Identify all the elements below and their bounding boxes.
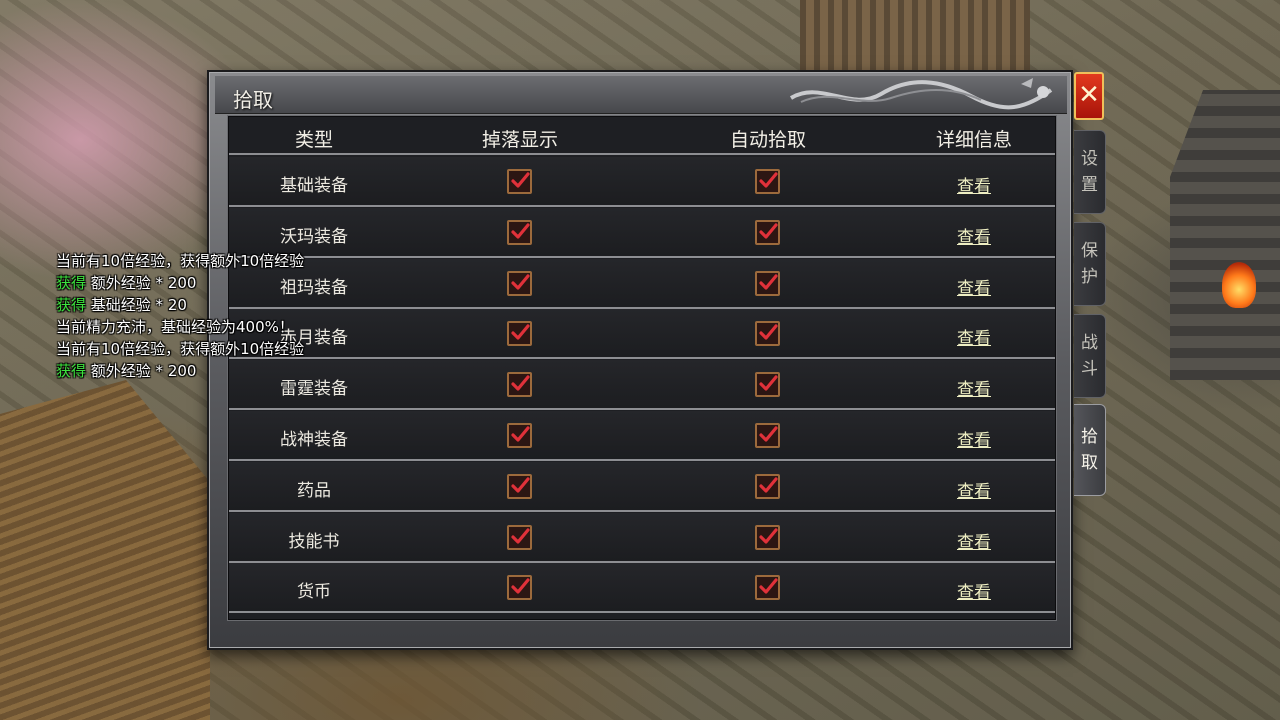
checkmark-icon [511, 578, 530, 594]
chat-log: 当前有10倍经验，获得额外10倍经验 获得 额外经验 * 200 获得 基础经验 *… [56, 250, 376, 382]
checkmark-icon [759, 578, 778, 594]
auto-pickup-checkbox[interactable] [755, 423, 780, 448]
dialog-titlebar: 拾取 [215, 76, 1067, 114]
table-row: 战神装备 查看 [229, 411, 1055, 461]
checkmark-icon [511, 172, 530, 188]
auto-pickup-checkbox[interactable] [755, 575, 780, 601]
table-row: 货币 查看 [229, 563, 1055, 614]
tab-char: 保 [1081, 241, 1098, 261]
checkmark-icon [759, 527, 778, 544]
view-details-link[interactable]: 查看 [957, 375, 991, 400]
drop-display-checkbox[interactable] [507, 169, 532, 194]
fire-brazier [1222, 262, 1256, 308]
checkmark-icon [759, 375, 778, 391]
checkmark-icon [759, 324, 778, 340]
item-type-label: 货币 [297, 582, 331, 603]
item-type-label: 基础装备 [280, 176, 348, 196]
table-row: 基础装备 查看 [229, 157, 1055, 207]
tab-char: 设 [1081, 149, 1098, 169]
header-type: 类型 [294, 129, 334, 151]
drop-display-checkbox[interactable] [507, 473, 532, 499]
item-type-label: 技能书 [288, 531, 340, 552]
table-header: 类型 掉落显示 自动拾取 详细信息 [229, 117, 1055, 155]
checkmark-icon [511, 223, 530, 239]
checkmark-icon [511, 273, 530, 290]
checkmark-icon [759, 172, 778, 188]
tab-char: 战 [1081, 333, 1098, 353]
header-auto-pickup: 自动拾取 [729, 129, 807, 151]
chat-gain-prefix: 获得 [56, 362, 87, 380]
view-details-link[interactable]: 查看 [957, 578, 991, 603]
drop-display-checkbox[interactable] [507, 575, 532, 601]
market-stall [800, 0, 1030, 70]
header-details: 详细信息 [935, 129, 1013, 151]
chat-gain-prefix: 获得 [56, 296, 87, 314]
item-type-label: 战神装备 [280, 430, 348, 450]
chat-text: 当前有10倍经验，获得额外10倍经验 [56, 252, 305, 270]
auto-pickup-checkbox[interactable] [755, 321, 780, 347]
checkmark-icon [511, 324, 530, 340]
tab-char: 护 [1081, 267, 1098, 287]
view-details-link[interactable]: 查看 [957, 528, 991, 553]
chat-text: 基础经验 * 20 [86, 296, 187, 314]
tab-combat[interactable]: 战 斗 [1074, 314, 1106, 398]
item-type-label: 药品 [297, 480, 331, 501]
checkmark-icon [759, 477, 778, 493]
chat-gain-prefix: 获得 [56, 274, 87, 292]
chat-line: 获得 额外经验 * 200 [56, 272, 376, 294]
view-details-link[interactable]: 查看 [957, 426, 991, 451]
dragon-ornament-icon [789, 78, 1053, 110]
drop-display-checkbox[interactable] [507, 270, 532, 296]
item-type-label: 沃玛装备 [280, 226, 348, 247]
chat-line: 获得 基础经验 * 20 [56, 294, 376, 316]
tab-char: 置 [1081, 175, 1098, 195]
drop-display-checkbox[interactable] [507, 321, 532, 347]
chat-text: 当前精力充沛，基础经验为400%！ [56, 318, 294, 336]
header-drop-display: 掉落显示 [481, 129, 559, 151]
drop-display-checkbox[interactable] [507, 524, 532, 550]
auto-pickup-checkbox[interactable] [755, 473, 780, 499]
stone-tower [1170, 90, 1280, 380]
checkmark-icon [511, 375, 530, 391]
auto-pickup-checkbox[interactable] [755, 372, 780, 398]
chat-line: 当前有10倍经验，获得额外10倍经验 [56, 250, 376, 272]
drop-display-checkbox[interactable] [507, 423, 532, 448]
auto-pickup-checkbox[interactable] [755, 219, 780, 245]
view-details-link[interactable]: 查看 [957, 324, 991, 349]
tab-pickup[interactable]: 拾 取 [1074, 404, 1106, 496]
close-button[interactable]: ✕ [1074, 72, 1104, 120]
view-details-link[interactable]: 查看 [957, 223, 991, 248]
view-details-link[interactable]: 查看 [957, 477, 991, 502]
drop-display-checkbox[interactable] [507, 219, 532, 245]
chat-line: 获得 额外经验 * 200 [56, 360, 376, 382]
view-details-link[interactable]: 查看 [957, 274, 991, 299]
chat-text: 额外经验 * 200 [86, 362, 197, 380]
drop-display-checkbox[interactable] [507, 372, 532, 398]
tab-char: 斗 [1081, 359, 1098, 379]
checkmark-icon [511, 426, 530, 442]
chat-line: 当前精力充沛，基础经验为400%！ [56, 316, 376, 338]
table-row: 药品 查看 [229, 461, 1055, 512]
auto-pickup-checkbox[interactable] [755, 169, 780, 194]
dialog-title: 拾取 [233, 88, 273, 112]
tab-char: 取 [1081, 453, 1098, 473]
checkmark-icon [759, 426, 778, 442]
view-details-link[interactable]: 查看 [957, 172, 991, 197]
chat-text: 当前有10倍经验，获得额外10倍经验 [56, 340, 305, 358]
auto-pickup-checkbox[interactable] [755, 270, 780, 296]
tab-char: 拾 [1081, 427, 1098, 447]
chat-line: 当前有10倍经验，获得额外10倍经验 [56, 338, 376, 360]
tab-protection[interactable]: 保 护 [1074, 222, 1106, 306]
checkmark-icon [511, 527, 530, 544]
tab-settings[interactable]: 设 置 [1074, 130, 1106, 214]
checkmark-icon [759, 273, 778, 290]
table-row: 技能书 查看 [229, 512, 1055, 563]
auto-pickup-checkbox[interactable] [755, 524, 780, 550]
chat-text: 额外经验 * 200 [86, 274, 197, 292]
checkmark-icon [511, 477, 530, 493]
checkmark-icon [759, 223, 778, 239]
